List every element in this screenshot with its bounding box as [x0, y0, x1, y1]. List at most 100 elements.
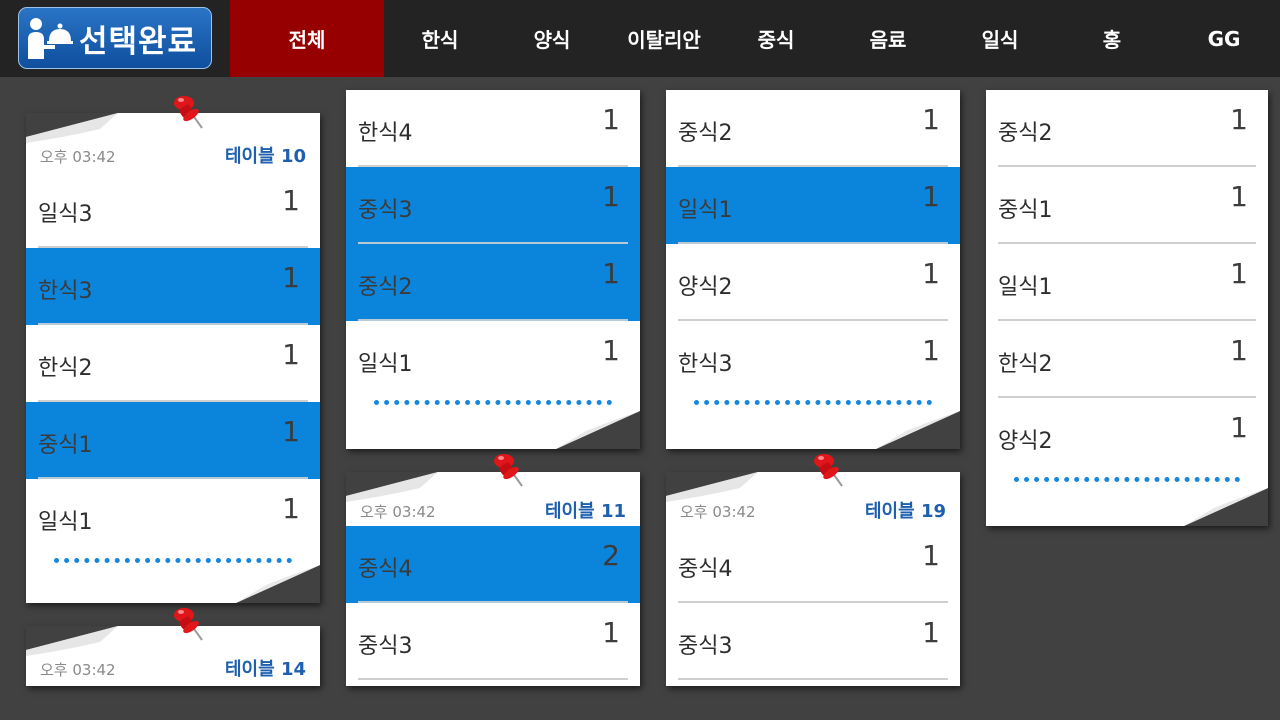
item-name: 중식3 — [358, 198, 413, 223]
order-item[interactable]: 중식2 1 — [986, 90, 1268, 167]
item-name: 중식2 — [678, 121, 733, 146]
item-quantity: 1 — [922, 257, 940, 290]
order-item[interactable]: 중식4 1 — [666, 526, 960, 603]
order-card[interactable]: 한식4 1 중식3 1 중식2 1 일식1 1 — [346, 90, 640, 449]
divider — [678, 678, 948, 680]
order-item[interactable]: 한식2 1 — [26, 325, 320, 402]
order-item-selected[interactable]: 중식3 1 — [346, 167, 640, 244]
order-time: 오후 03:42 — [40, 661, 116, 679]
top-bar: 선택완료 전체 한식 양식 이탈리안 중식 음료 일식 홍 GG — [0, 0, 1280, 77]
item-name: 중식2 — [998, 121, 1053, 146]
item-name: 한식2 — [38, 356, 93, 381]
folded-corner-icon — [236, 565, 320, 603]
order-item[interactable]: 한식2 1 — [986, 321, 1268, 398]
item-quantity: 1 — [922, 334, 940, 367]
item-quantity: 1 — [282, 492, 300, 525]
item-quantity: 1 — [922, 616, 940, 649]
item-name: 한식3 — [678, 352, 733, 377]
item-quantity: 1 — [282, 184, 300, 217]
item-quantity: 1 — [1230, 411, 1248, 444]
item-quantity: 1 — [602, 334, 620, 367]
order-item[interactable]: 중식3 1 — [346, 603, 640, 680]
item-name: 일식1 — [38, 510, 93, 535]
item-name: 양식2 — [998, 429, 1053, 454]
item-quantity: 1 — [602, 616, 620, 649]
item-quantity: 1 — [282, 261, 300, 294]
tab-western[interactable]: 양식 — [496, 0, 608, 77]
order-item[interactable]: 일식1 1 — [986, 244, 1268, 321]
order-item[interactable]: 일식1 1 — [346, 321, 640, 391]
tab-chinese[interactable]: 중식 — [720, 0, 832, 77]
order-item-selected[interactable]: 중식4 2 — [346, 526, 640, 603]
item-name: 일식1 — [678, 198, 733, 223]
order-card[interactable]: 중식2 1 일식1 1 양식2 1 한식3 1 — [666, 90, 960, 449]
tab-gg[interactable]: GG — [1168, 0, 1280, 77]
item-quantity: 1 — [1230, 257, 1248, 290]
pushpin-icon — [494, 454, 523, 487]
order-item[interactable]: 중식1 1 — [986, 167, 1268, 244]
table-number: 테이블 14 — [225, 659, 306, 680]
item-quantity: 1 — [922, 103, 940, 136]
order-item[interactable]: 중식2 1 — [666, 90, 960, 167]
order-item[interactable]: 중식3 1 — [666, 603, 960, 680]
item-name: 일식1 — [358, 352, 413, 377]
item-quantity: 1 — [922, 539, 940, 572]
order-item-selected[interactable]: 일식1 1 — [666, 167, 960, 244]
item-name: 한식4 — [358, 121, 413, 146]
order-card[interactable]: 오후 03:42 테이블 10 일식3 1 한식3 1 한식2 1 중식1 1 … — [26, 113, 320, 603]
item-quantity: 1 — [602, 257, 620, 290]
folded-corner-icon — [1184, 488, 1268, 526]
pushpin-icon — [174, 608, 203, 641]
item-quantity: 1 — [282, 338, 300, 371]
pushpin-icon — [814, 454, 843, 487]
order-item[interactable]: 양식2 1 — [986, 398, 1268, 468]
tab-hong[interactable]: 홍 — [1056, 0, 1168, 77]
order-time: 오후 03:42 — [360, 503, 436, 521]
order-card[interactable]: 오후 03:42 테이블 19 중식4 1 중식3 1 — [666, 472, 960, 686]
table-number: 테이블 10 — [225, 146, 306, 167]
pushpin-icon — [174, 96, 203, 129]
item-quantity: 1 — [602, 103, 620, 136]
item-name: 중식1 — [38, 433, 93, 458]
table-number: 테이블 11 — [545, 501, 626, 522]
order-item[interactable]: 한식3 1 — [666, 321, 960, 391]
logo-label: 선택완료 — [79, 23, 198, 60]
tab-all[interactable]: 전체 — [230, 0, 384, 77]
order-item[interactable]: 한식4 1 — [346, 90, 640, 167]
divider — [358, 678, 628, 680]
tab-drinks[interactable]: 음료 — [832, 0, 944, 77]
order-card[interactable]: 중식2 1 중식1 1 일식1 1 한식2 1 양식2 1 — [986, 90, 1268, 526]
item-quantity: 2 — [602, 539, 620, 572]
item-name: 중식1 — [998, 198, 1053, 223]
complete-selection-button[interactable]: 선택완료 — [18, 7, 212, 69]
item-quantity: 1 — [922, 180, 940, 213]
tab-korean[interactable]: 한식 — [384, 0, 496, 77]
order-item-selected[interactable]: 한식3 1 — [26, 248, 320, 325]
order-item-selected[interactable]: 중식1 1 — [26, 402, 320, 479]
item-name: 중식3 — [678, 634, 733, 659]
item-name: 일식3 — [38, 202, 93, 227]
order-time: 오후 03:42 — [680, 503, 756, 521]
tab-japanese[interactable]: 일식 — [944, 0, 1056, 77]
item-name: 한식2 — [998, 352, 1053, 377]
order-card[interactable]: 오후 03:42 테이블 11 중식4 2 중식3 1 — [346, 472, 640, 686]
folded-corner-icon — [876, 411, 960, 449]
order-time: 오후 03:42 — [40, 148, 116, 166]
item-quantity: 1 — [1230, 334, 1248, 367]
order-item-selected[interactable]: 중식2 1 — [346, 244, 640, 321]
order-item[interactable]: 양식2 1 — [666, 244, 960, 321]
item-quantity: 1 — [1230, 180, 1248, 213]
order-item[interactable]: 일식3 1 — [26, 171, 320, 248]
item-quantity: 1 — [602, 180, 620, 213]
order-item[interactable]: 일식1 1 — [26, 479, 320, 549]
item-name: 중식4 — [678, 557, 733, 582]
item-name: 중식2 — [358, 275, 413, 300]
table-number: 테이블 19 — [865, 501, 946, 522]
item-name: 중식4 — [358, 557, 413, 582]
item-quantity: 1 — [1230, 103, 1248, 136]
tab-italian[interactable]: 이탈리안 — [608, 0, 720, 77]
folded-corner-icon — [556, 411, 640, 449]
item-name: 중식3 — [358, 634, 413, 659]
waiter-bell-icon — [28, 18, 73, 59]
item-name: 일식1 — [998, 275, 1053, 300]
